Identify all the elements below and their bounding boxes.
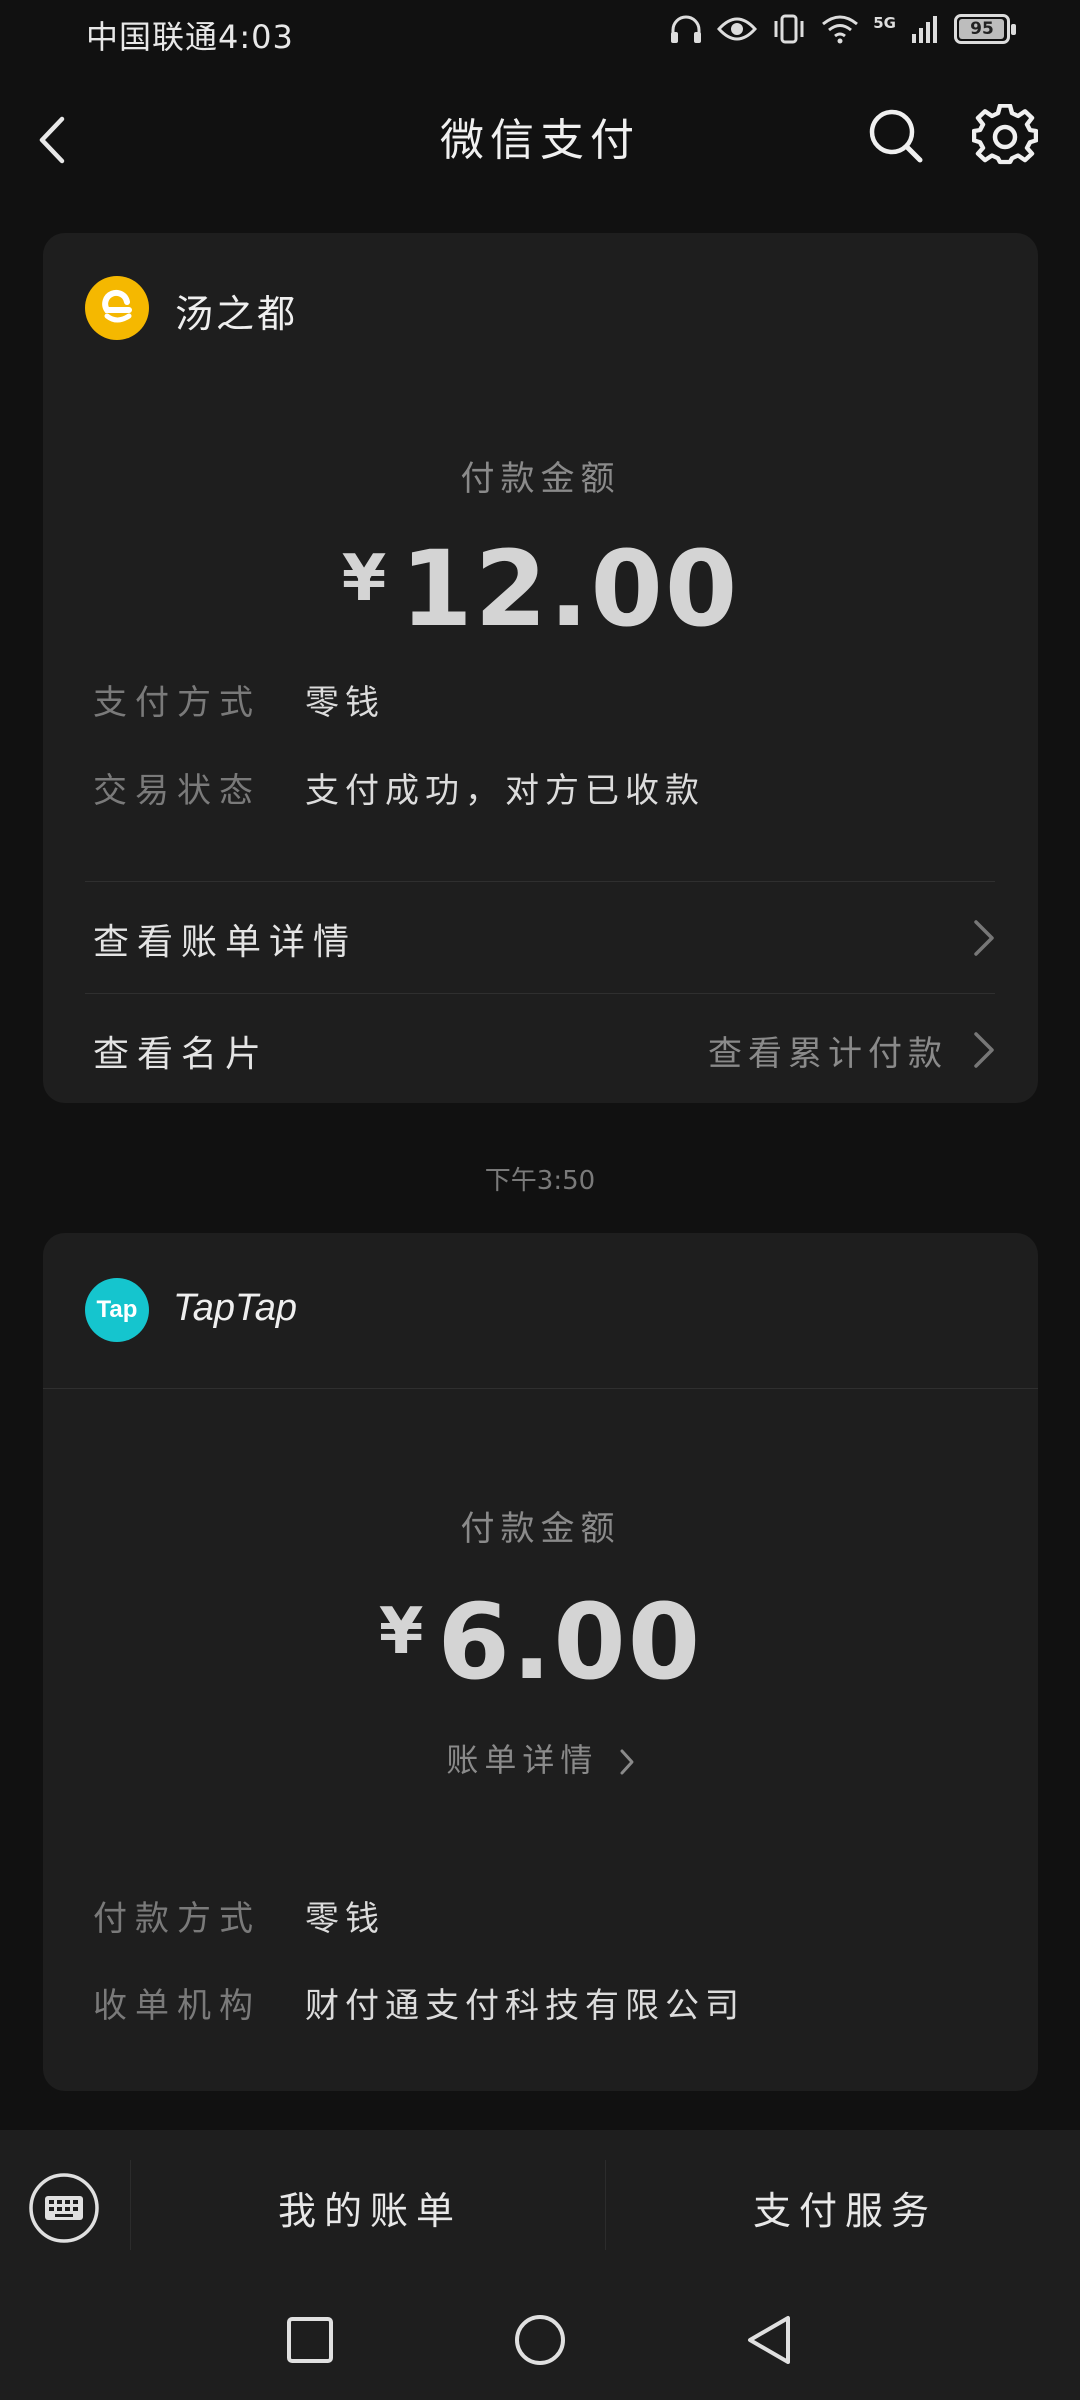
acquirer-value: 财付通支付科技有限公司 (305, 1986, 745, 2026)
merchant-name: TapTap (173, 1287, 297, 1329)
vibrate-icon (774, 14, 804, 44)
bill-details-label: 账单详情 (446, 1741, 599, 1779)
search-icon (869, 109, 923, 163)
settings-button[interactable] (971, 103, 1039, 170)
view-bill-details-label: 查看账单详情 (93, 922, 358, 963)
amount-value: 6.00 (437, 1581, 703, 1703)
circle-nav-icon (515, 2315, 565, 2365)
carrier-time: 中国联通4:03 (86, 18, 294, 56)
acquirer-label: 收单机构 (93, 1986, 261, 2026)
signal-icon (912, 16, 937, 43)
keyboard-button[interactable] (28, 2172, 100, 2244)
transaction-status-label: 交易状态 (93, 771, 261, 811)
status-bar: 中国联通4:03 5G 95 (0, 0, 1080, 70)
divider (85, 993, 995, 994)
payment-amount: ¥6.00 (43, 1581, 1038, 1703)
chevron-right-icon (974, 920, 994, 956)
view-business-card-row[interactable]: 查看名片 查看累计付款 (43, 995, 1038, 1103)
currency-symbol: ¥ (378, 1595, 424, 1669)
payment-method-label: 付款方式 (93, 1899, 261, 1939)
chevron-right-icon (974, 1032, 994, 1068)
home-button[interactable] (510, 2310, 570, 2370)
network-type: 5G (873, 14, 896, 32)
recents-button[interactable] (280, 2310, 340, 2370)
wifi-icon (822, 15, 859, 44)
transaction-status-value: 支付成功，对方已收款 (305, 771, 705, 811)
view-bill-details-row[interactable]: 查看账单详情 (43, 883, 1038, 993)
amount-value: 12.00 (400, 528, 740, 650)
view-business-card-label: 查看名片 (93, 1034, 270, 1075)
square-nav-icon (287, 2317, 333, 2363)
merchant-name: 汤之都 (175, 292, 299, 336)
payment-method-value: 零钱 (305, 1899, 385, 1939)
merchant-logo: Tap (85, 1278, 149, 1342)
time-separator: 下午3:50 (484, 1166, 596, 1196)
view-cumulative-payments-label: 查看累计付款 (708, 1034, 948, 1074)
status-icons: 5G 95 (669, 14, 1016, 44)
search-button[interactable] (864, 104, 928, 168)
triangle-back-nav-icon (748, 2316, 790, 2364)
currency-symbol: ¥ (341, 542, 387, 616)
pay-services-button[interactable]: 支付服务 (695, 2180, 995, 2235)
bill-details-link[interactable]: 账单详情 (43, 1735, 1038, 1785)
eye-icon (717, 17, 758, 41)
payment-card-2: Tap TapTap 付款金额 ¥6.00 账单详情 付款方式 零钱 收单机构 … (43, 1233, 1038, 2091)
gear-icon (971, 103, 1039, 165)
merchant-logo (85, 276, 149, 340)
payment-method-value: 零钱 (305, 683, 385, 723)
separator (605, 2160, 606, 2250)
battery-icon: 95 (954, 14, 1016, 44)
back-nav-button[interactable] (740, 2310, 800, 2370)
merchant-logo-text: Tap (96, 1296, 138, 1323)
payment-amount: ¥12.00 (43, 528, 1038, 650)
chevron-right-icon (620, 1749, 634, 1775)
keyboard-icon (29, 2173, 99, 2243)
amount-label: 付款金额 (460, 1509, 621, 1549)
divider (43, 1388, 1038, 1389)
headphones-icon (671, 15, 702, 43)
amount-label: 付款金额 (460, 459, 621, 499)
my-bills-button[interactable]: 我的账单 (220, 2180, 520, 2235)
battery-level: 95 (970, 19, 994, 39)
payment-method-label: 支付方式 (93, 683, 261, 723)
divider (85, 881, 995, 882)
payment-card-1: 汤之都 付款金额 ¥12.00 支付方式 零钱 交易状态 支付成功，对方已收款 … (43, 233, 1038, 1103)
merchant-logo-icon (102, 289, 132, 323)
separator (130, 2160, 131, 2250)
